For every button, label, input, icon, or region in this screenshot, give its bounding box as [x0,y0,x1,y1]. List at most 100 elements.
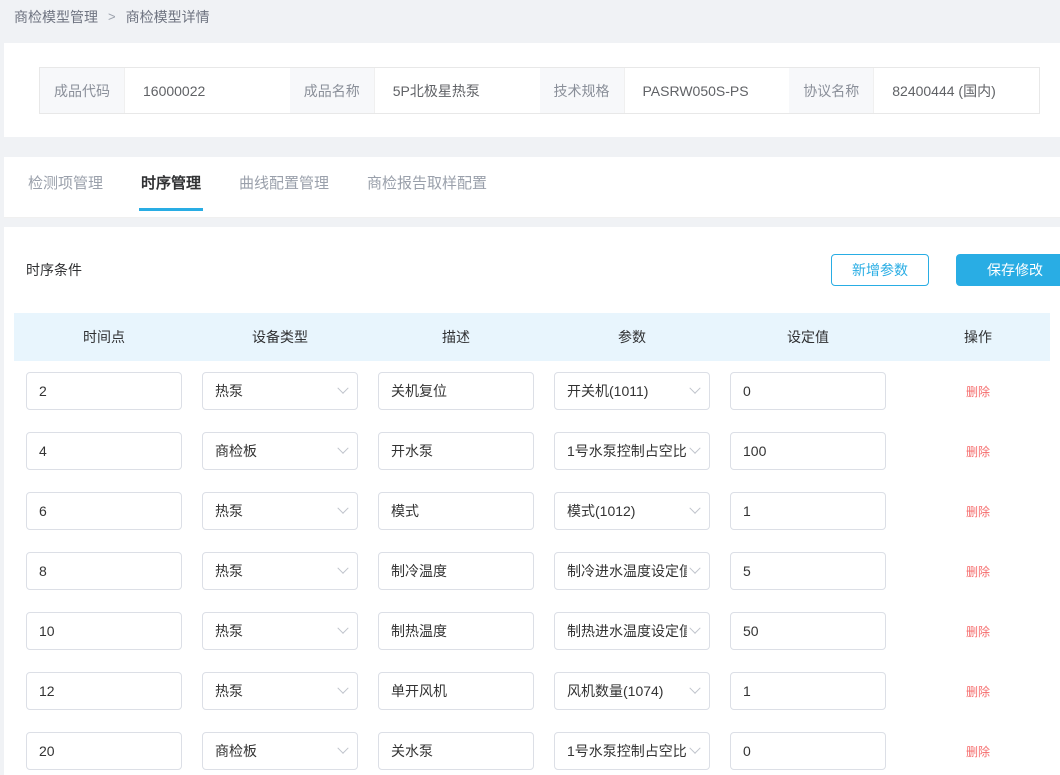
product-code-label: 成品代码 [40,68,125,113]
delete-row-button[interactable]: 删除 [966,745,990,759]
device-type-value: 热泵 [215,501,335,521]
device-type-select[interactable]: 商检板 [202,732,358,770]
device-type-value: 商检板 [215,441,335,461]
add-parameter-button[interactable]: 新增参数 [831,254,929,286]
parameter-select[interactable]: 制冷进水温度设定值 [554,552,710,590]
parameter-select[interactable]: 1号水泵控制占空比 [554,432,710,470]
column-header-device: 设备类型 [202,327,358,347]
chevron-down-icon [689,383,700,394]
parameter-select[interactable]: 开关机(1011) [554,372,710,410]
tech-spec-value: PASRW050S-PS [625,68,790,113]
tab-curve-config[interactable]: 曲线配置管理 [237,157,331,211]
parameter-select[interactable]: 1号水泵控制占空比 [554,732,710,770]
parameter-value: 1号水泵控制占空比 [567,741,687,761]
table-row: 热泵 开关机(1011) 删除 [14,361,1050,421]
parameter-select[interactable]: 模式(1012) [554,492,710,530]
column-header-param: 参数 [554,327,710,347]
table-body: 热泵 开关机(1011) 删除 商检板 1号水泵控制占空比 [14,361,1050,775]
tab-sequence-management[interactable]: 时序管理 [139,157,203,211]
column-header-operation: 操作 [906,327,1050,347]
time-point-input[interactable] [26,732,182,770]
tab-inspection-items[interactable]: 检测项管理 [26,157,105,211]
chevron-down-icon [689,683,700,694]
device-type-value: 热泵 [215,681,335,701]
description-input[interactable] [378,552,534,590]
description-input[interactable] [378,732,534,770]
tech-spec-label: 技术规格 [540,68,625,113]
product-info-card: 成品代码 16000022 成品名称 5P北极星热泵 技术规格 PASRW050… [4,43,1060,137]
table-header-row: 时间点 设备类型 描述 参数 设定值 操作 [14,313,1050,361]
column-header-value: 设定值 [730,327,886,347]
table-row: 热泵 制冷进水温度设定值 删除 [14,541,1050,601]
set-value-input[interactable] [730,432,886,470]
chevron-down-icon [689,503,700,514]
table-row: 商检板 1号水泵控制占空比 删除 [14,421,1050,481]
table-row: 热泵 制热进水温度设定值 删除 [14,601,1050,661]
tab-bar: 检测项管理 时序管理 曲线配置管理 商检报告取样配置 [4,157,1060,218]
set-value-input[interactable] [730,552,886,590]
description-input[interactable] [378,432,534,470]
delete-row-button[interactable]: 删除 [966,505,990,519]
section-title: 时序条件 [26,260,82,280]
device-type-select[interactable]: 商检板 [202,432,358,470]
device-type-select[interactable]: 热泵 [202,492,358,530]
time-point-input[interactable] [26,492,182,530]
parameter-select[interactable]: 风机数量(1074) [554,672,710,710]
device-type-value: 商检板 [215,741,335,761]
chevron-down-icon [689,743,700,754]
delete-row-button[interactable]: 删除 [966,625,990,639]
table-row: 热泵 风机数量(1074) 删除 [14,661,1050,721]
chevron-down-icon [689,623,700,634]
delete-row-button[interactable]: 删除 [966,445,990,459]
device-type-select[interactable]: 热泵 [202,372,358,410]
set-value-input[interactable] [730,492,886,530]
chevron-down-icon [337,743,348,754]
info-group-tech-spec: 技术规格 PASRW050S-PS [540,68,790,113]
chevron-down-icon [689,443,700,454]
set-value-input[interactable] [730,372,886,410]
table-row: 商检板 1号水泵控制占空比 删除 [14,721,1050,775]
parameter-value: 开关机(1011) [567,381,687,401]
description-input[interactable] [378,372,534,410]
description-input[interactable] [378,492,534,530]
device-type-select[interactable]: 热泵 [202,552,358,590]
info-group-product-name: 成品名称 5P北极星热泵 [290,68,540,113]
product-name-value: 5P北极星热泵 [375,68,540,113]
parameter-value: 制冷进水温度设定值 [567,561,687,581]
device-type-select[interactable]: 热泵 [202,612,358,650]
breadcrumb-separator: > [108,9,116,24]
sequence-table: 时间点 设备类型 描述 参数 设定值 操作 热泵 开关机(1011) 删除 [4,313,1060,775]
product-code-value: 16000022 [125,68,290,113]
delete-row-button[interactable]: 删除 [966,385,990,399]
device-type-select[interactable]: 热泵 [202,672,358,710]
description-input[interactable] [378,612,534,650]
set-value-input[interactable] [730,612,886,650]
time-point-input[interactable] [26,612,182,650]
time-point-input[interactable] [26,432,182,470]
set-value-input[interactable] [730,732,886,770]
column-header-time: 时间点 [26,327,182,347]
table-row: 热泵 模式(1012) 删除 [14,481,1050,541]
delete-row-button[interactable]: 删除 [966,685,990,699]
time-point-input[interactable] [26,672,182,710]
chevron-down-icon [337,383,348,394]
parameter-select[interactable]: 制热进水温度设定值 [554,612,710,650]
parameter-value: 1号水泵控制占空比 [567,441,687,461]
set-value-input[interactable] [730,672,886,710]
sequence-content: 时序条件 新增参数 保存修改 时间点 设备类型 描述 参数 设定值 操作 热泵 … [4,227,1060,775]
chevron-down-icon [337,503,348,514]
chevron-down-icon [337,443,348,454]
time-point-input[interactable] [26,552,182,590]
breadcrumb-item-model-management[interactable]: 商检模型管理 [14,7,98,27]
chevron-down-icon [337,623,348,634]
save-changes-button[interactable]: 保存修改 [956,254,1060,286]
time-point-input[interactable] [26,372,182,410]
chevron-down-icon [337,563,348,574]
device-type-value: 热泵 [215,621,335,641]
tab-report-sampling-config[interactable]: 商检报告取样配置 [365,157,489,211]
info-group-product-code: 成品代码 16000022 [40,68,290,113]
chevron-down-icon [337,683,348,694]
description-input[interactable] [378,672,534,710]
delete-row-button[interactable]: 删除 [966,565,990,579]
parameter-value: 模式(1012) [567,501,687,521]
